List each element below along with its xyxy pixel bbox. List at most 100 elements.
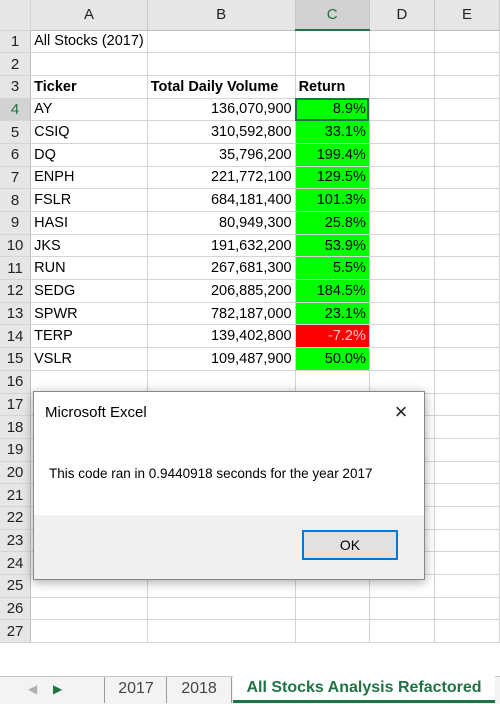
row-header[interactable]: 13 (0, 302, 32, 326)
row-header[interactable]: 18 (0, 415, 32, 439)
cell-e1[interactable] (434, 30, 500, 54)
cell-e24[interactable] (434, 551, 500, 575)
cell-a1[interactable]: All Stocks (2017) (30, 30, 148, 54)
cell-d8[interactable] (369, 188, 436, 212)
cell-e19[interactable] (434, 438, 500, 462)
cell-c5[interactable]: 33.1% (295, 120, 370, 144)
cell-a5[interactable]: CSIQ (30, 120, 148, 144)
row-header[interactable]: 23 (0, 529, 32, 553)
row-header[interactable]: 6 (0, 143, 32, 167)
cell-e18[interactable] (434, 415, 500, 439)
cell-c13[interactable]: 23.1% (295, 302, 370, 326)
row-header[interactable]: 15 (0, 347, 32, 371)
row-header[interactable]: 5 (0, 120, 32, 144)
cell-d16[interactable] (369, 370, 436, 394)
cell-e12[interactable] (434, 279, 500, 303)
cell-e27[interactable] (434, 619, 500, 644)
cell-e10[interactable] (434, 234, 500, 258)
cell-d7[interactable] (369, 166, 436, 190)
cell-d1[interactable] (369, 30, 436, 54)
cell-a16[interactable] (30, 370, 148, 394)
cell-a2[interactable] (30, 52, 148, 76)
cell-d26[interactable] (369, 597, 436, 621)
row-header[interactable]: 16 (0, 370, 32, 394)
row-header[interactable]: 25 (0, 574, 32, 598)
cell-e11[interactable] (434, 256, 500, 281)
cell-c7[interactable]: 129.5% (295, 166, 370, 190)
row-header[interactable]: 7 (0, 166, 32, 190)
row-header[interactable]: 22 (0, 506, 32, 530)
cell-c4[interactable]: 8.9% (295, 98, 370, 122)
cell-b13[interactable]: 782,187,000 (147, 302, 296, 326)
column-header-a[interactable]: A (30, 0, 148, 31)
row-header[interactable]: 21 (0, 483, 32, 507)
column-header-d[interactable]: D (369, 0, 436, 31)
cell-e2[interactable] (434, 52, 500, 76)
row-header[interactable]: 2 (0, 52, 32, 76)
cell-c1[interactable] (295, 30, 370, 54)
row-header[interactable]: 1 (0, 30, 32, 54)
cell-c16[interactable] (295, 370, 370, 394)
row-header[interactable]: 24 (0, 551, 32, 575)
cell-b16[interactable] (147, 370, 296, 394)
cell-e7[interactable] (434, 166, 500, 190)
cell-e3[interactable] (434, 75, 500, 99)
cell-d13[interactable] (369, 302, 436, 326)
next-sheet-icon[interactable]: ▶ (53, 682, 62, 696)
cell-c27[interactable] (295, 619, 370, 644)
cell-d5[interactable] (369, 120, 436, 144)
cell-a27[interactable] (30, 619, 148, 644)
cell-c12[interactable]: 184.5% (295, 279, 370, 303)
cell-a6[interactable]: DQ (30, 143, 148, 167)
cell-a4[interactable]: AY (30, 98, 148, 122)
row-header[interactable]: 8 (0, 188, 32, 212)
cell-a12[interactable]: SEDG (30, 279, 148, 303)
cell-c6[interactable]: 199.4% (295, 143, 370, 167)
cell-c26[interactable] (295, 597, 370, 621)
cell-b8[interactable]: 684,181,400 (147, 188, 296, 212)
cell-c8[interactable]: 101.3% (295, 188, 370, 212)
cell-a8[interactable]: FSLR (30, 188, 148, 212)
row-header[interactable]: 4 (0, 98, 32, 122)
cell-a7[interactable]: ENPH (30, 166, 148, 190)
cell-b15[interactable]: 109,487,900 (147, 347, 296, 371)
row-header[interactable]: 10 (0, 234, 32, 258)
sheet-tab-2018[interactable]: 2018 (166, 677, 232, 703)
cell-b3[interactable]: Total Daily Volume (147, 75, 296, 99)
cell-d3[interactable] (369, 75, 436, 99)
select-all-corner[interactable] (0, 0, 32, 31)
cell-d15[interactable] (369, 347, 436, 371)
cell-e5[interactable] (434, 120, 500, 144)
cell-e25[interactable] (434, 574, 500, 598)
cell-e9[interactable] (434, 211, 500, 235)
column-header-b[interactable]: B (147, 0, 296, 31)
row-header[interactable]: 19 (0, 438, 32, 462)
cell-b12[interactable]: 206,885,200 (147, 279, 296, 303)
row-header[interactable]: 20 (0, 461, 32, 485)
cell-c3[interactable]: Return (295, 75, 370, 99)
column-header-e[interactable]: E (434, 0, 500, 31)
cell-b7[interactable]: 221,772,100 (147, 166, 296, 190)
cell-b1[interactable] (147, 30, 296, 54)
cell-d14[interactable] (369, 324, 436, 349)
cell-a9[interactable]: HASI (30, 211, 148, 235)
cell-d4[interactable] (369, 98, 436, 122)
cell-e17[interactable] (434, 393, 500, 417)
cell-c10[interactable]: 53.9% (295, 234, 370, 258)
cell-e14[interactable] (434, 324, 500, 349)
row-header[interactable]: 26 (0, 597, 32, 621)
cell-a26[interactable] (30, 597, 148, 621)
cell-b5[interactable]: 310,592,800 (147, 120, 296, 144)
cell-d6[interactable] (369, 143, 436, 167)
cell-e26[interactable] (434, 597, 500, 621)
ok-button[interactable]: OK (302, 530, 398, 560)
cell-e15[interactable] (434, 347, 500, 371)
row-header[interactable]: 14 (0, 324, 32, 349)
cell-d10[interactable] (369, 234, 436, 258)
row-header[interactable]: 27 (0, 619, 32, 644)
row-header[interactable]: 9 (0, 211, 32, 235)
cell-b14[interactable]: 139,402,800 (147, 324, 296, 349)
cell-e20[interactable] (434, 461, 500, 485)
cell-d12[interactable] (369, 279, 436, 303)
cell-a11[interactable]: RUN (30, 256, 148, 281)
